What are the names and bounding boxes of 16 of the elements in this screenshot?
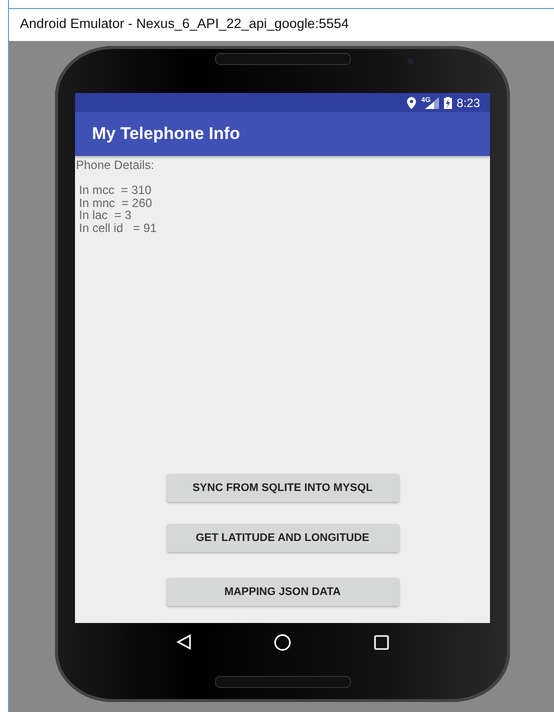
status-time: 8:23 <box>456 96 480 110</box>
back-icon[interactable] <box>176 634 192 650</box>
battery-icon <box>444 96 452 108</box>
action-button[interactable]: SYNC FROM SQLITE INTO MYSQL <box>166 474 398 502</box>
info-line: In cell id = 91 <box>79 222 157 234</box>
recents-icon[interactable] <box>374 634 389 650</box>
app-title: My Telephone Info <box>92 124 240 144</box>
info-line: In mnc = 260 <box>79 196 152 209</box>
info-line: In lac = 3 <box>79 209 132 222</box>
location-pin-icon <box>407 96 416 108</box>
action-button[interactable]: GET LATITUDE AND LONGITUDE <box>166 524 398 552</box>
info-line: In mcc = 310 <box>79 184 152 196</box>
camera-icon <box>407 58 414 65</box>
home-icon[interactable] <box>274 634 292 650</box>
action-button[interactable]: MAPPING JSON DATA <box>166 578 398 606</box>
section-heading: Phone Details: <box>76 158 154 172</box>
